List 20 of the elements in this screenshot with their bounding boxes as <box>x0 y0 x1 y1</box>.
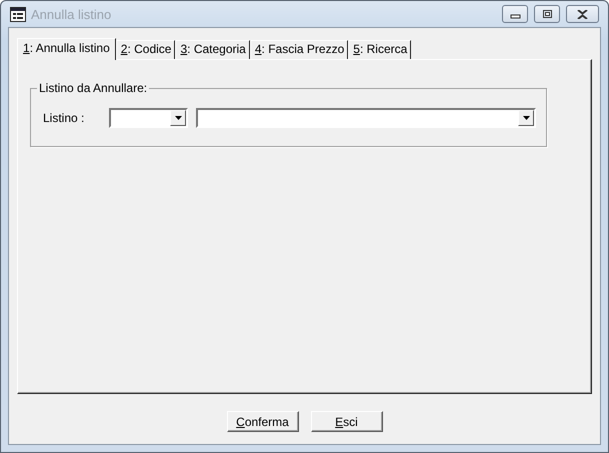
tab[interactable]: 1: Annulla listino <box>17 38 116 60</box>
close-button[interactable] <box>566 5 599 23</box>
tab[interactable]: 2: Codice <box>116 40 176 59</box>
maximize-button[interactable] <box>534 5 560 23</box>
tab[interactable]: 5: Ricerca <box>348 40 412 59</box>
minimize-button[interactable] <box>502 5 528 23</box>
restore-icon <box>542 10 552 18</box>
window-title: Annulla listino <box>31 6 112 22</box>
field-label: Listino : <box>42 111 86 125</box>
group-title: Listino da Annullare: <box>38 81 148 95</box>
dropdown-arrow-icon <box>522 116 530 120</box>
dropdown-field[interactable] <box>196 108 536 128</box>
app-icon <box>10 6 26 22</box>
close-icon <box>577 10 588 18</box>
action-button[interactable]: Esci <box>310 411 382 432</box>
action-button[interactable]: Conferma <box>226 411 298 432</box>
tab[interactable]: 4: Fascia Prezzo <box>250 40 348 59</box>
tab[interactable]: 3: Categoria <box>175 40 250 59</box>
dropdown-field[interactable] <box>109 108 188 128</box>
dropdown-arrow-icon <box>174 116 182 120</box>
